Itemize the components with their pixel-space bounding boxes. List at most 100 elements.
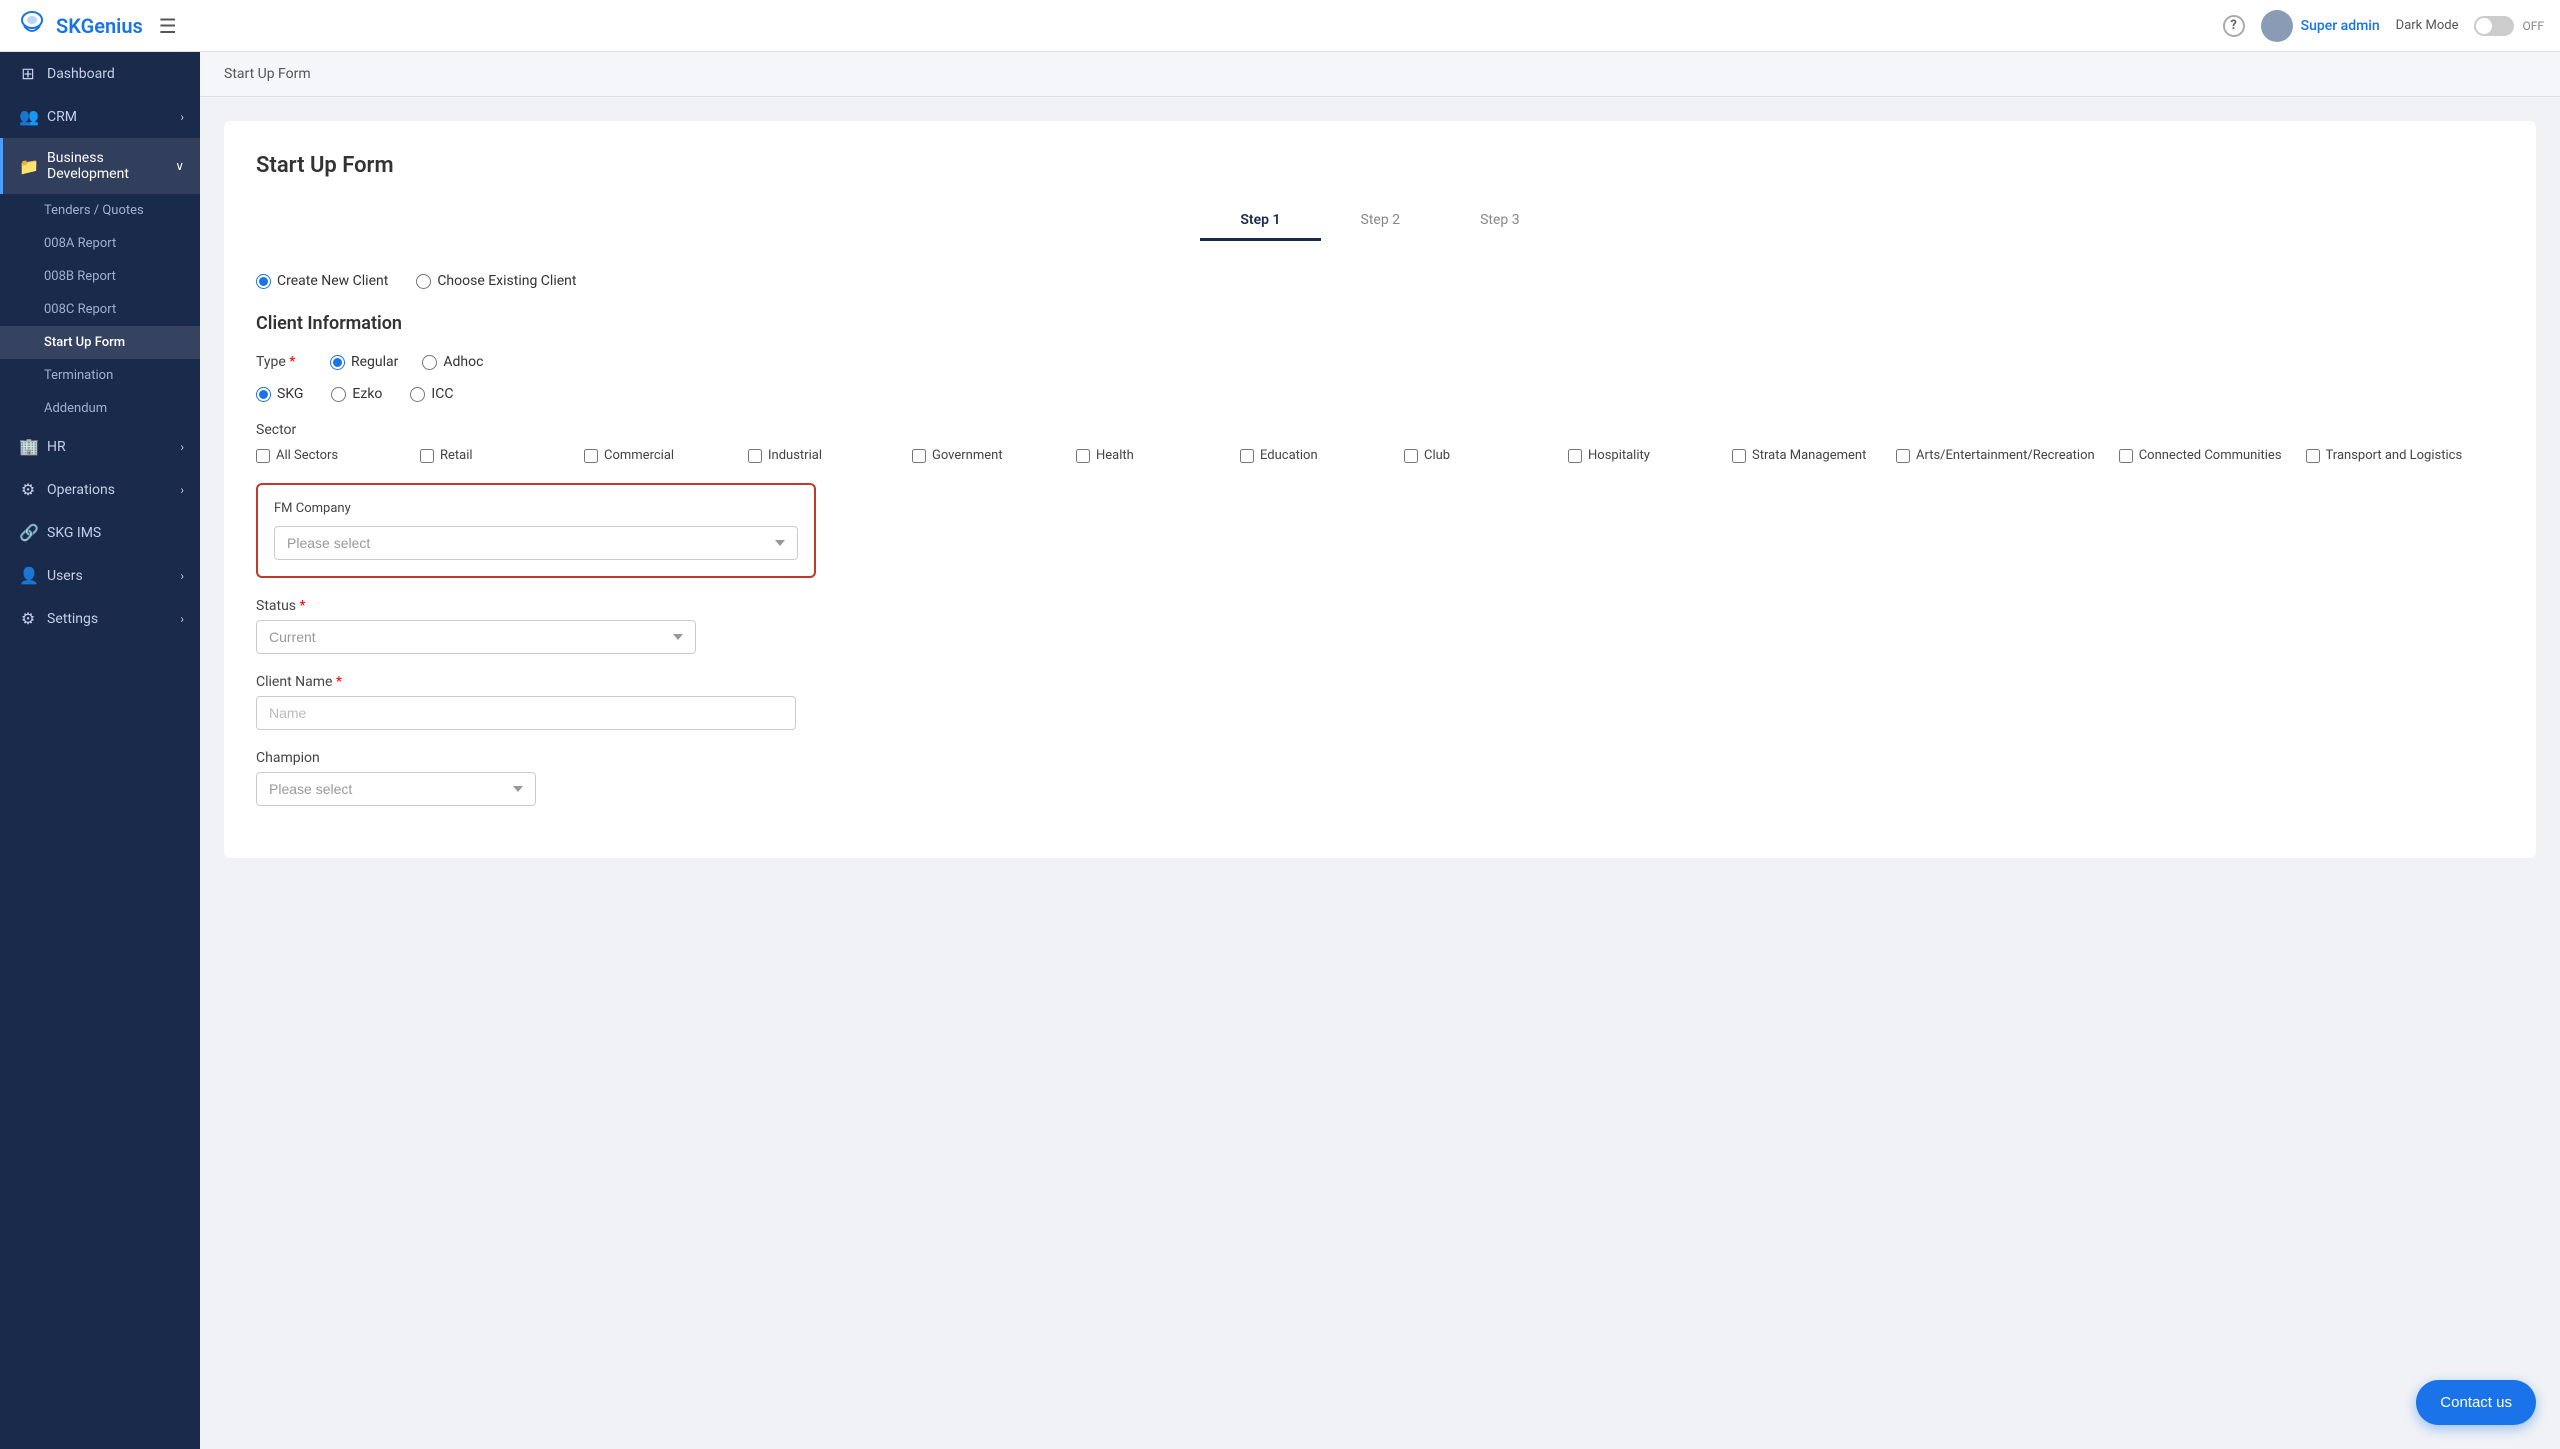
commercial-checkbox[interactable] [584, 449, 598, 463]
sidebar-item-label: Users [47, 568, 170, 584]
strata-checkbox[interactable] [1732, 449, 1746, 463]
type-row: Type * Regular Adhoc [256, 354, 2504, 370]
avatar [2261, 10, 2293, 42]
sidebar-sub-item-startup[interactable]: Start Up Form [0, 326, 200, 359]
hr-arrow-icon: › [180, 440, 184, 454]
hr-icon: 🏢 [19, 437, 37, 456]
settings-arrow-icon: › [180, 612, 184, 626]
sector-strata[interactable]: Strata Management [1732, 448, 1872, 463]
create-new-client-input[interactable] [256, 274, 271, 289]
connected-label: Connected Communities [2139, 448, 2282, 463]
breadcrumb-text: Start Up Form [224, 66, 311, 82]
sector-health[interactable]: Health [1076, 448, 1216, 463]
fm-company-select[interactable]: Please select [274, 526, 798, 560]
transport-label: Transport and Logistics [2326, 448, 2463, 463]
sidebar-sub-item-addendum[interactable]: Addendum [0, 392, 200, 425]
sector-commercial[interactable]: Commercial [584, 448, 724, 463]
client-name-group: Client Name * [256, 674, 796, 730]
sidebar-item-dashboard[interactable]: ⊞ Dashboard [0, 52, 200, 95]
industrial-checkbox[interactable] [748, 449, 762, 463]
choose-existing-client-radio[interactable]: Choose Existing Client [416, 273, 576, 289]
sector-club[interactable]: Club [1404, 448, 1544, 463]
sidebar-item-skg-ims[interactable]: 🔗 SKG IMS [0, 511, 200, 554]
adhoc-input[interactable] [422, 355, 437, 370]
sector-transport[interactable]: Transport and Logistics [2306, 448, 2463, 463]
steps: Step 1 Step 2 Step 3 [256, 202, 2504, 241]
username[interactable]: Super admin [2301, 18, 2380, 34]
hamburger-icon[interactable]: ☰ [159, 14, 177, 38]
step-2[interactable]: Step 2 [1321, 202, 1441, 241]
client-name-input[interactable] [256, 696, 796, 730]
toggle-thumb [2476, 18, 2492, 34]
sector-industrial[interactable]: Industrial [748, 448, 888, 463]
create-new-client-radio[interactable]: Create New Client [256, 273, 388, 289]
help-icon[interactable]: ? [2223, 15, 2245, 37]
icc-radio[interactable]: ICC [410, 386, 453, 402]
fm-company-label: FM Company [274, 501, 798, 516]
sector-government[interactable]: Government [912, 448, 1052, 463]
government-checkbox[interactable] [912, 449, 926, 463]
ezko-input[interactable] [331, 387, 346, 402]
step-1[interactable]: Step 1 [1200, 202, 1320, 241]
champion-select[interactable]: Please select [256, 772, 536, 806]
users-icon: 👤 [19, 566, 37, 585]
adhoc-label: Adhoc [443, 354, 483, 370]
toggle-state: OFF [2522, 19, 2544, 33]
strata-label: Strata Management [1752, 448, 1866, 463]
skg-radio[interactable]: SKG [256, 386, 303, 402]
sector-retail[interactable]: Retail [420, 448, 560, 463]
regular-input[interactable] [330, 355, 345, 370]
icc-input[interactable] [410, 387, 425, 402]
regular-radio[interactable]: Regular [330, 354, 398, 370]
main-content: Start Up Form Start Up Form Step 1 Step … [200, 52, 2560, 1449]
status-group: Status * Current Prospect Lost [256, 598, 696, 654]
sector-arts[interactable]: Arts/Entertainment/Recreation [1896, 448, 2095, 463]
club-checkbox[interactable] [1404, 449, 1418, 463]
retail-label: Retail [440, 448, 473, 463]
sidebar-sub-item-008a[interactable]: 008A Report [0, 227, 200, 260]
arts-checkbox[interactable] [1896, 449, 1910, 463]
section-title: Client Information [256, 313, 2504, 334]
sidebar-item-crm[interactable]: 👥 CRM › [0, 95, 200, 138]
adhoc-radio[interactable]: Adhoc [422, 354, 483, 370]
status-select[interactable]: Current Prospect Lost [256, 620, 696, 654]
sector-all-sectors[interactable]: All Sectors [256, 448, 396, 463]
fm-company-box: FM Company Please select [256, 483, 816, 578]
sidebar-sub-item-tenders[interactable]: Tenders / Quotes [0, 194, 200, 227]
sidebar-sub-item-008b[interactable]: 008B Report [0, 260, 200, 293]
crm-arrow-icon: › [180, 110, 184, 124]
health-checkbox[interactable] [1076, 449, 1090, 463]
sector-hospitality[interactable]: Hospitality [1568, 448, 1708, 463]
dark-mode-toggle[interactable]: OFF [2474, 16, 2544, 36]
hospitality-checkbox[interactable] [1568, 449, 1582, 463]
step-3[interactable]: Step 3 [1440, 202, 1560, 241]
transport-checkbox[interactable] [2306, 449, 2320, 463]
skg-input[interactable] [256, 387, 271, 402]
choose-existing-client-input[interactable] [416, 274, 431, 289]
sidebar-sub-item-008c[interactable]: 008C Report [0, 293, 200, 326]
retail-checkbox[interactable] [420, 449, 434, 463]
sidebar-item-label: Dashboard [47, 66, 184, 82]
all-sectors-checkbox[interactable] [256, 449, 270, 463]
contact-us-button[interactable]: Contact us [2416, 1380, 2536, 1425]
form-card: Start Up Form Step 1 Step 2 Step 3 Creat… [224, 121, 2536, 858]
toggle-track[interactable] [2474, 16, 2514, 36]
ezko-radio[interactable]: Ezko [331, 386, 382, 402]
sidebar-item-operations[interactable]: ⚙ Operations › [0, 468, 200, 511]
education-checkbox[interactable] [1240, 449, 1254, 463]
skg-label: SKG [277, 386, 303, 402]
sector-connected[interactable]: Connected Communities [2119, 448, 2282, 463]
sector-education[interactable]: Education [1240, 448, 1380, 463]
dark-mode-label: Dark Mode [2396, 18, 2459, 33]
sector-section: Sector All Sectors Retail Commercial [256, 422, 2504, 463]
business-dev-arrow-icon: ∨ [175, 159, 184, 173]
sidebar-item-users[interactable]: 👤 Users › [0, 554, 200, 597]
sidebar-item-settings[interactable]: ⚙ Settings › [0, 597, 200, 640]
top-nav: SKGenius ☰ ? Super admin Dark Mode OFF [0, 0, 2560, 52]
type-label: Type * [256, 354, 306, 370]
sidebar-item-business-development[interactable]: 📁 Business Development ∨ [0, 138, 200, 194]
sidebar-sub-item-termination[interactable]: Termination [0, 359, 200, 392]
sidebar-item-hr[interactable]: 🏢 HR › [0, 425, 200, 468]
connected-checkbox[interactable] [2119, 449, 2133, 463]
hospitality-label: Hospitality [1588, 448, 1650, 463]
